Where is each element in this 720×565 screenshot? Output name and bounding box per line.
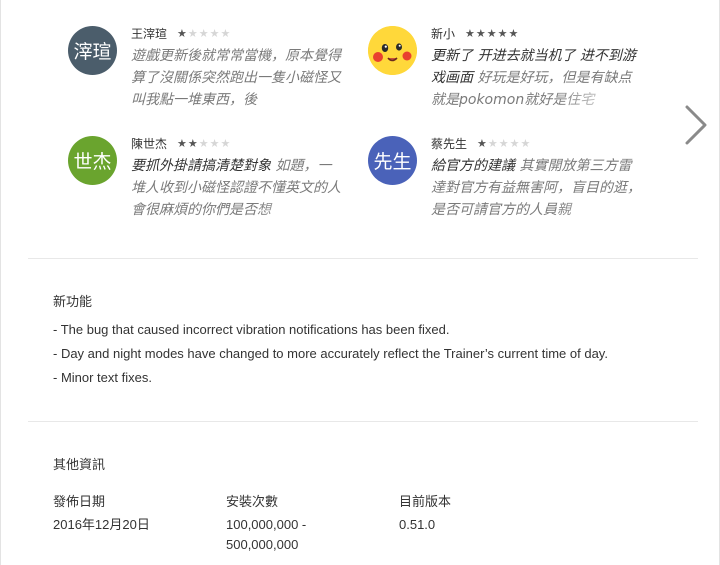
- review-card[interactable]: 滓瑄 王滓瑄 ★ ★ ★ ★ ★ 遊戲更新後就常常當機，原本覺得算了沒關係突然跑出一隻小…: [68, 16, 368, 126]
- info-value: 2016年12月20日: [53, 517, 150, 532]
- star-icon: ★: [177, 27, 187, 40]
- review-text: 遊戲更新後就常常當機，原本覺得算了沒關係突然跑出一隻小磁怪又叫我點一堆東西，後: [131, 45, 345, 111]
- star-icon: ★: [198, 27, 209, 40]
- review-body: 王滓瑄 ★ ★ ★ ★ ★ 遊戲更新後就常常當機，原本覺得算了沒關係突然跑出一隻小磁怪又…: [131, 25, 345, 111]
- star-icon: ★: [520, 137, 531, 150]
- star-icon: ★: [187, 137, 198, 150]
- review-card[interactable]: 世杰 陳世杰 ★ ★ ★ ★ ★ 要抓外掛請搞清楚對象 如題，一堆人收到小磁怪認證不懂英…: [68, 126, 368, 236]
- star-icon: ★: [486, 27, 497, 40]
- star-icon: ★: [508, 27, 519, 40]
- star-icon: ★: [187, 27, 198, 40]
- star-rating: ★ ★ ★ ★ ★: [177, 28, 231, 39]
- review-body: 新小 ★ ★ ★ ★ ★ 更新了 开进去就当机了 进不到游戏画面 好玩是好玩，但是有缺点…: [431, 25, 645, 111]
- review-text: 要抓外掛請搞清楚對象 如題，一堆人收到小磁怪認證不懂英文的人會很麻煩的你們是否想: [131, 155, 345, 221]
- review-author: 王滓瑄: [131, 27, 168, 41]
- text-fade: [555, 199, 645, 221]
- review-card[interactable]: 新小 ★ ★ ★ ★ ★ 更新了 开进去就当机了 进不到游戏画面 好玩是好玩，但是有缺点…: [368, 16, 668, 126]
- info-value: 100,000,000 - 500,000,000: [226, 517, 307, 552]
- avatar: 滓瑄: [68, 26, 117, 75]
- review-author: 蔡先生: [431, 137, 468, 151]
- star-rating: ★ ★ ★ ★ ★: [465, 28, 519, 39]
- info-version: 目前版本 0.51.0: [399, 493, 519, 535]
- star-icon: ★: [209, 27, 220, 40]
- review-author: 新小: [431, 27, 456, 41]
- whats-new-item: - Day and night modes have changed to mo…: [53, 346, 608, 361]
- avatar: 先生: [368, 136, 417, 185]
- review-author: 陳世杰: [131, 137, 168, 151]
- star-rating: ★ ★ ★ ★ ★: [477, 138, 531, 149]
- star-icon: ★: [220, 27, 231, 40]
- additional-info-title: 其他資訊: [53, 458, 106, 473]
- star-icon: ★: [497, 27, 508, 40]
- info-value: 0.51.0: [399, 517, 436, 532]
- info-label: 目前版本: [399, 495, 452, 510]
- text-fade: [255, 199, 345, 221]
- whats-new-title: 新功能: [53, 295, 93, 310]
- whats-new-item: - The bug that caused incorrect vibratio…: [53, 322, 450, 337]
- info-release-date: 發佈日期 2016年12月20日: [53, 493, 173, 535]
- divider: [28, 421, 698, 422]
- divider: [28, 258, 698, 259]
- avatar: 世杰: [68, 136, 117, 185]
- text-fade: [555, 89, 645, 111]
- review-body: 蔡先生 ★ ★ ★ ★ ★ 給官方的建議 其實開放第三方雷達對官方有益無害阿，盲目的逛，…: [431, 135, 645, 221]
- review-highlight: 要抓外掛請搞清楚對象: [131, 158, 271, 174]
- info-installs: 安裝次數 100,000,000 - 500,000,000: [226, 493, 346, 555]
- review-text: 給官方的建議 其實開放第三方雷達對官方有益無害阿，盲目的逛，是否可請官方的人員親: [431, 155, 645, 221]
- info-label: 發佈日期: [53, 495, 106, 510]
- whats-new-list: - The bug that caused incorrect vibratio…: [53, 321, 693, 393]
- star-icon: ★: [487, 137, 498, 150]
- whats-new-item: - Minor text fixes.: [53, 370, 152, 385]
- star-rating: ★ ★ ★ ★ ★: [177, 138, 231, 149]
- reviews-section: 滓瑄 王滓瑄 ★ ★ ★ ★ ★ 遊戲更新後就常常當機，原本覺得算了沒關係突然跑出一隻小…: [0, 0, 720, 258]
- star-icon: ★: [220, 137, 231, 150]
- star-icon: ★: [198, 137, 209, 150]
- chevron-right-icon[interactable]: [681, 103, 711, 147]
- review-text: 更新了 开进去就当机了 进不到游戏画面 好玩是好玩，但是有缺点就是pokomon…: [431, 45, 645, 111]
- star-icon: ★: [509, 137, 520, 150]
- info-label: 安裝次數: [226, 495, 279, 510]
- review-card[interactable]: 先生 蔡先生 ★ ★ ★ ★ ★ 給官方的建議 其實開放第三方雷達對官方有益無害阿，盲目…: [368, 126, 668, 236]
- star-icon: ★: [475, 27, 486, 40]
- star-icon: ★: [465, 27, 475, 40]
- review-highlight: 給官方的建議: [431, 158, 515, 174]
- star-icon: ★: [498, 137, 509, 150]
- text-fade: [255, 89, 345, 111]
- pikachu-face-icon: [368, 26, 417, 75]
- star-icon: ★: [209, 137, 220, 150]
- star-icon: ★: [177, 137, 187, 150]
- pikachu-avatar: [368, 26, 417, 75]
- star-icon: ★: [477, 137, 487, 150]
- review-body: 陳世杰 ★ ★ ★ ★ ★ 要抓外掛請搞清楚對象 如題，一堆人收到小磁怪認證不懂英文的人…: [131, 135, 345, 221]
